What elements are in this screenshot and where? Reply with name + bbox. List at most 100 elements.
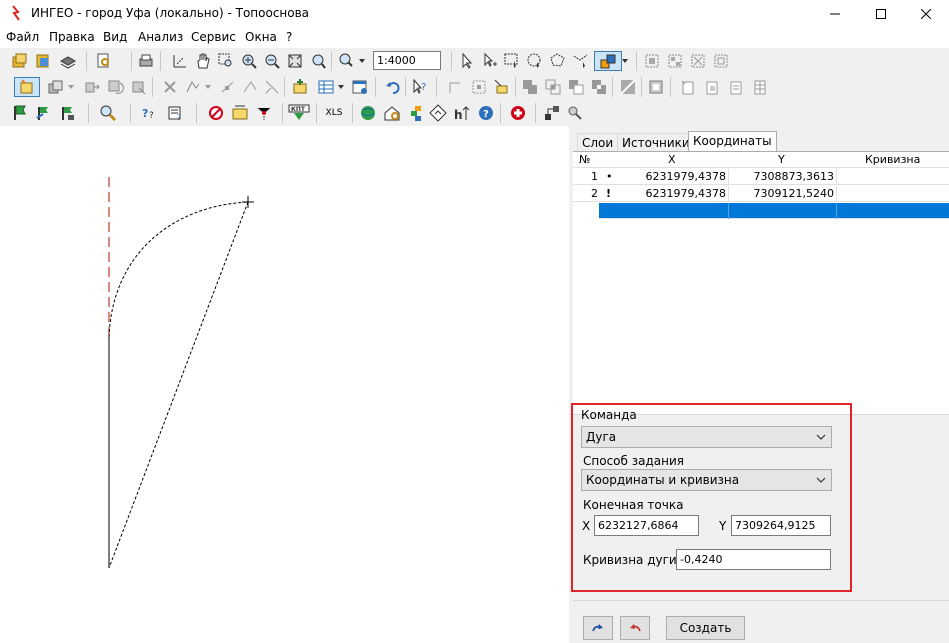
select-line-button[interactable]: [571, 51, 591, 71]
scale-zoom-button[interactable]: [337, 51, 357, 71]
zoom-previous-button[interactable]: [308, 51, 328, 71]
redo-button[interactable]: [583, 616, 613, 640]
scale-object-button[interactable]: [128, 77, 148, 97]
scale-input[interactable]: 1:4000: [373, 51, 441, 70]
table-row-new[interactable]: [599, 203, 949, 219]
flag-route-button[interactable]: [34, 103, 54, 123]
topology-button[interactable]: [254, 103, 274, 123]
menu-help[interactable]: ?: [286, 30, 292, 44]
height-button[interactable]: h: [452, 103, 472, 123]
move-vertex-button[interactable]: [240, 77, 260, 97]
frame-button[interactable]: [646, 77, 666, 97]
split-polygon-button[interactable]: [618, 77, 638, 97]
undo-button[interactable]: [383, 77, 403, 97]
layer-table-button[interactable]: [750, 77, 770, 97]
create-object-button[interactable]: [14, 77, 40, 97]
home-button[interactable]: [382, 103, 402, 123]
info-query-button[interactable]: ?: [410, 77, 430, 97]
group-button[interactable]: [642, 51, 662, 71]
snap-corner-button[interactable]: [492, 77, 512, 97]
select-rect-button[interactable]: [502, 51, 522, 71]
delete-vertex-button[interactable]: [160, 77, 180, 97]
tab-layers[interactable]: Слои: [577, 133, 619, 152]
minimize-button[interactable]: [812, 0, 858, 27]
cell-curvature[interactable]: [837, 169, 949, 185]
cell-curvature[interactable]: [837, 186, 949, 202]
medical-button[interactable]: [508, 103, 528, 123]
add-vertex-button[interactable]: [218, 77, 238, 97]
scale-dropdown-arrow[interactable]: [356, 51, 368, 71]
select-button[interactable]: [457, 51, 477, 71]
network-button[interactable]: [542, 103, 562, 123]
menu-windows[interactable]: Окна: [245, 30, 277, 44]
cell-x[interactable]: 6231979,4378: [619, 186, 729, 202]
menu-view[interactable]: Вид: [103, 30, 127, 44]
measure-button[interactable]: [170, 51, 190, 71]
map-canvas[interactable]: [0, 126, 569, 643]
tab-sources[interactable]: Источники: [617, 133, 695, 152]
export-xls-button[interactable]: XLS: [322, 103, 346, 123]
difference-button[interactable]: [566, 77, 586, 97]
layers-color-button[interactable]: [406, 103, 426, 123]
union-button[interactable]: [520, 77, 540, 97]
copy-object-button[interactable]: [46, 77, 66, 97]
kpt-import-button[interactable]: КПТ: [288, 103, 310, 123]
zoom-out-button[interactable]: [262, 51, 282, 71]
zoom-rect-button[interactable]: [216, 51, 236, 71]
ungroup-button[interactable]: [665, 51, 685, 71]
flag-end-button[interactable]: [58, 103, 78, 123]
map-drawing[interactable]: [0, 126, 569, 643]
copy-dropdown[interactable]: [66, 77, 76, 97]
intersect-button[interactable]: [543, 77, 563, 97]
layers-dropdown-button[interactable]: [58, 51, 78, 71]
merge-button[interactable]: [688, 51, 708, 71]
menu-analysis[interactable]: Анализ: [138, 30, 183, 44]
zoom-in-button[interactable]: [239, 51, 259, 71]
cut-line-button[interactable]: [262, 77, 282, 97]
find-object-button[interactable]: [94, 51, 114, 71]
undo-point-button[interactable]: [620, 616, 650, 640]
query-button[interactable]: ??: [140, 103, 160, 123]
flag-green-button[interactable]: [10, 103, 30, 123]
menu-edit[interactable]: Правка: [49, 30, 95, 44]
edit-style-button[interactable]: [594, 51, 622, 71]
snap-rect-button[interactable]: [469, 77, 489, 97]
print-button[interactable]: [136, 51, 156, 71]
draw-dropdown[interactable]: [203, 77, 213, 97]
globe-button[interactable]: [358, 103, 378, 123]
maximize-button[interactable]: [858, 0, 904, 27]
close-button[interactable]: [903, 0, 949, 27]
select-circle-button[interactable]: [525, 51, 545, 71]
xor-button[interactable]: [589, 77, 609, 97]
cell-x[interactable]: 6231979,4378: [619, 169, 729, 185]
snap-button[interactable]: [446, 77, 466, 97]
cell-y[interactable]: 7308873,3613: [729, 169, 837, 185]
layer-props-button[interactable]: [726, 77, 746, 97]
direction-button[interactable]: [428, 103, 448, 123]
table-row[interactable]: 2 ! 6231979,4378 7309121,5240: [573, 186, 949, 202]
cell-y[interactable]: 7309121,5240: [729, 186, 837, 202]
report-button[interactable]: ?: [166, 103, 186, 123]
copy-layer-button[interactable]: [702, 77, 722, 97]
search-button[interactable]: [98, 103, 118, 123]
open-map-button[interactable]: [10, 51, 30, 71]
edit-style-dropdown[interactable]: [620, 51, 630, 71]
rotate-button[interactable]: [105, 77, 125, 97]
calendar-button[interactable]: [350, 77, 370, 97]
split-button[interactable]: [711, 51, 731, 71]
prohibit-button[interactable]: [206, 103, 226, 123]
tab-coordinates[interactable]: Координаты: [688, 131, 777, 153]
move-button[interactable]: [82, 77, 102, 97]
add-point-button[interactable]: [290, 77, 310, 97]
map-list-button[interactable]: [33, 51, 53, 71]
menu-file[interactable]: Файл: [6, 30, 39, 44]
note-button[interactable]: [230, 103, 250, 123]
help-button[interactable]: ?: [476, 103, 496, 123]
settings-search-button[interactable]: [565, 103, 585, 123]
draw-line-button[interactable]: [183, 77, 203, 97]
table-button[interactable]: [316, 77, 336, 97]
zoom-extent-button[interactable]: [285, 51, 305, 71]
coordinates-grid[interactable]: № X Y Кривизна 1 • 6231979,4378 7308873,…: [573, 151, 949, 414]
create-button[interactable]: Создать: [666, 616, 745, 640]
table-row[interactable]: 1 • 6231979,4378 7308873,3613: [573, 169, 949, 185]
